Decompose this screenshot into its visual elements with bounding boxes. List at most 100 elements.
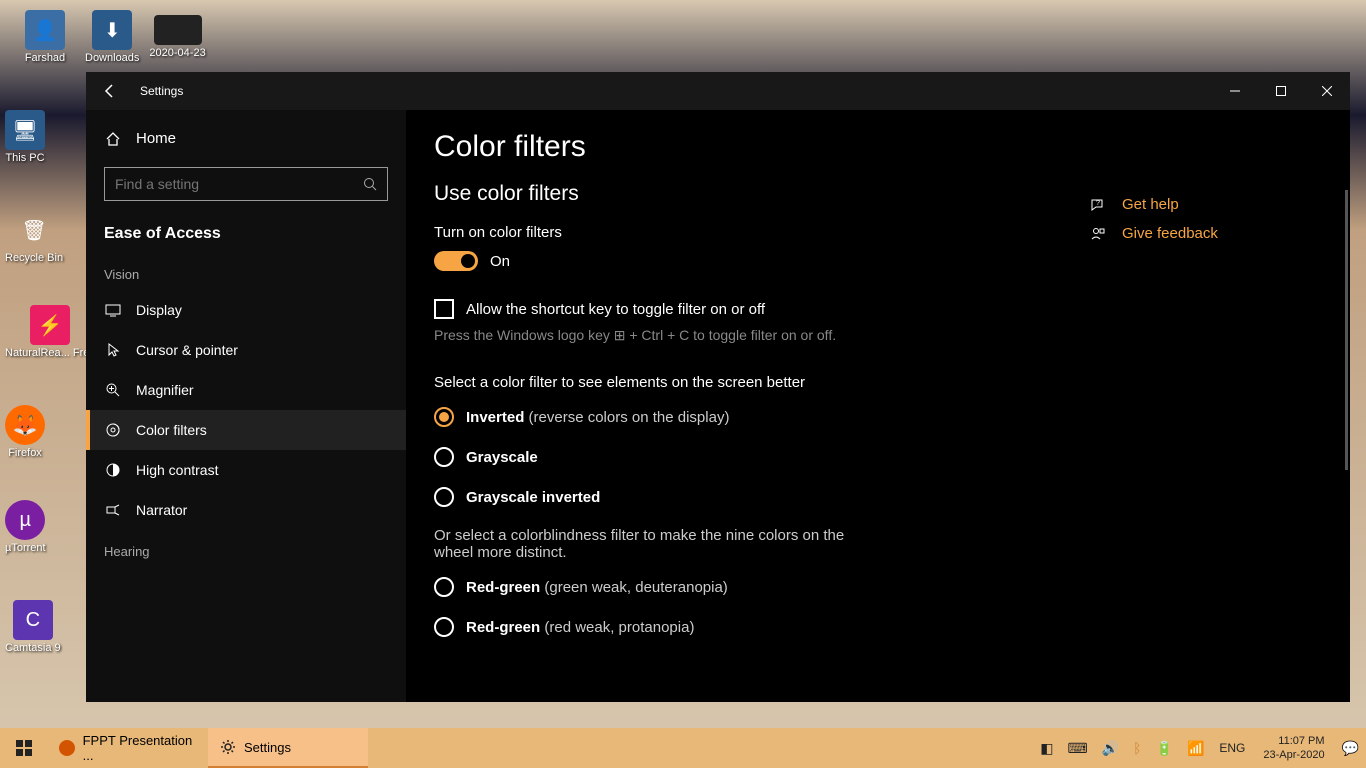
home-button[interactable]: Home: [86, 120, 406, 157]
nav-display[interactable]: Display: [86, 290, 406, 330]
page-title: Color filters: [434, 130, 1062, 164]
home-icon: [104, 131, 122, 147]
section-hearing: Hearing: [86, 530, 406, 567]
get-help-link[interactable]: ? Get help: [1090, 196, 1350, 213]
desktop-icon-downloads[interactable]: ⬇ Downloads: [85, 10, 139, 64]
search-icon: [363, 177, 377, 191]
gear-icon: [218, 737, 238, 757]
icon-label: NaturalRea... Free: [5, 347, 95, 359]
radio-icon: [434, 577, 454, 597]
svg-text:?: ?: [1096, 200, 1100, 207]
radio-icon: [434, 487, 454, 507]
back-button[interactable]: [98, 79, 122, 103]
clock-date: 23-Apr-2020: [1263, 748, 1324, 762]
battery-icon[interactable]: 🔋: [1149, 740, 1180, 757]
radio-inverted[interactable]: Inverted (reverse colors on the display): [434, 407, 1062, 427]
icon-label: Firefox: [8, 447, 42, 459]
radio-icon: [434, 407, 454, 427]
color-filters-toggle[interactable]: [434, 251, 478, 271]
nav-label: Cursor & pointer: [136, 342, 238, 358]
category-label: Ease of Access: [86, 211, 406, 253]
icon-label: µTorrent: [5, 542, 46, 554]
nav-cursor[interactable]: Cursor & pointer: [86, 330, 406, 370]
taskbar-settings[interactable]: Settings: [208, 728, 368, 768]
nav-label: Narrator: [136, 502, 187, 518]
clock-time: 11:07 PM: [1263, 734, 1324, 748]
nav-high-contrast[interactable]: High contrast: [86, 450, 406, 490]
color-filters-icon: [104, 422, 122, 438]
checkbox-label: Allow the shortcut key to toggle filter …: [466, 301, 765, 318]
radio-grayscale-inverted[interactable]: Grayscale inverted: [434, 487, 1062, 507]
search-box[interactable]: [104, 167, 388, 201]
wifi-icon[interactable]: 📶: [1180, 740, 1211, 757]
cursor-icon: [104, 342, 122, 358]
magnifier-icon: [104, 382, 122, 398]
desktop-icon-user[interactable]: 👤 Farshad: [5, 10, 85, 64]
close-button[interactable]: [1304, 72, 1350, 110]
nav-label: Display: [136, 302, 182, 318]
taskbar: FPPT Presentation ... Settings ◧ ⌨ 🔊 ᛒ 🔋…: [0, 728, 1366, 768]
home-label: Home: [136, 130, 176, 147]
volume-icon[interactable]: 🔊: [1095, 740, 1126, 757]
radio-name: Grayscale: [466, 449, 538, 466]
radio-name: Grayscale inverted: [466, 489, 600, 506]
language-indicator[interactable]: ENG: [1211, 741, 1253, 755]
settings-window: Settings Home Ease of Access Vision: [86, 72, 1350, 702]
tray-app-icon[interactable]: ◧: [1033, 740, 1060, 757]
scrollbar[interactable]: [1345, 190, 1348, 470]
task-label: FPPT Presentation ...: [83, 733, 198, 763]
radio-icon: [434, 617, 454, 637]
task-label: Settings: [244, 740, 291, 755]
desktop-icon-firefox[interactable]: 🦊 Firefox: [5, 405, 45, 459]
input-indicator-icon[interactable]: ⌨: [1060, 740, 1094, 757]
radio-desc: (green weak, deuteranopia): [540, 579, 728, 596]
toggle-label: Turn on color filters: [434, 224, 1062, 241]
powerpoint-icon: [58, 738, 77, 758]
desktop-icon-thispc[interactable]: 🖥 This PC: [5, 110, 45, 164]
radio-deuteranopia[interactable]: Red-green (green weak, deuteranopia): [434, 577, 1062, 597]
shortcut-checkbox[interactable]: [434, 299, 454, 319]
radio-desc: (reverse colors on the display): [524, 409, 729, 426]
maximize-button[interactable]: [1258, 72, 1304, 110]
icon-label: Farshad: [25, 52, 65, 64]
radio-name: Red-green: [466, 619, 540, 636]
radio-grayscale[interactable]: Grayscale: [434, 447, 1062, 467]
narrator-icon: [104, 502, 122, 518]
desktop-icon-camtasia[interactable]: C Camtasia 9: [5, 600, 61, 654]
icon-label: 2020-04-23: [149, 47, 205, 59]
give-feedback-link[interactable]: Give feedback: [1090, 225, 1350, 242]
clock[interactable]: 11:07 PM 23-Apr-2020: [1253, 734, 1334, 763]
bluetooth-icon[interactable]: ᛒ: [1126, 740, 1148, 756]
desktop-icon-naturalreader[interactable]: ⚡ NaturalRea... Free: [5, 305, 95, 359]
nav-label: High contrast: [136, 462, 218, 478]
content-area: Color filters Use color filters Turn on …: [406, 110, 1350, 702]
start-button[interactable]: [0, 728, 48, 768]
colorblind-text: Or select a colorblindness filter to mak…: [434, 527, 864, 561]
desktop-icon-screenshot[interactable]: 2020-04-23: [149, 10, 205, 64]
section-vision: Vision: [86, 253, 406, 290]
icon-label: This PC: [5, 152, 44, 164]
radio-desc: (red weak, protanopia): [540, 619, 694, 636]
nav-color-filters[interactable]: Color filters: [86, 410, 406, 450]
icon-label: Recycle Bin: [5, 252, 63, 264]
desktop-icon-utorrent[interactable]: µ µTorrent: [5, 500, 46, 554]
nav-label: Color filters: [136, 422, 207, 438]
page-subtitle: Use color filters: [434, 182, 1062, 206]
radio-protanopia[interactable]: Red-green (red weak, protanopia): [434, 617, 1062, 637]
taskbar-fppt[interactable]: FPPT Presentation ...: [48, 728, 208, 768]
help-icon: ?: [1090, 197, 1110, 213]
sidebar: Home Ease of Access Vision Display Curso…: [86, 110, 406, 702]
radio-name: Inverted: [466, 409, 524, 426]
shortcut-hint: Press the Windows logo key ⊞ + Ctrl + C …: [434, 327, 1062, 344]
nav-magnifier[interactable]: Magnifier: [86, 370, 406, 410]
notifications-icon[interactable]: 💬: [1335, 740, 1366, 757]
search-input[interactable]: [115, 176, 363, 192]
toggle-state: On: [490, 253, 510, 270]
minimize-button[interactable]: [1212, 72, 1258, 110]
titlebar: Settings: [86, 72, 1350, 110]
feedback-icon: [1090, 226, 1110, 242]
nav-narrator[interactable]: Narrator: [86, 490, 406, 530]
high-contrast-icon: [104, 462, 122, 478]
system-tray: ◧ ⌨ 🔊 ᛒ 🔋 📶 ENG 11:07 PM 23-Apr-2020 💬: [1033, 728, 1366, 768]
desktop-icon-recyclebin[interactable]: 🗑 Recycle Bin: [5, 210, 63, 264]
